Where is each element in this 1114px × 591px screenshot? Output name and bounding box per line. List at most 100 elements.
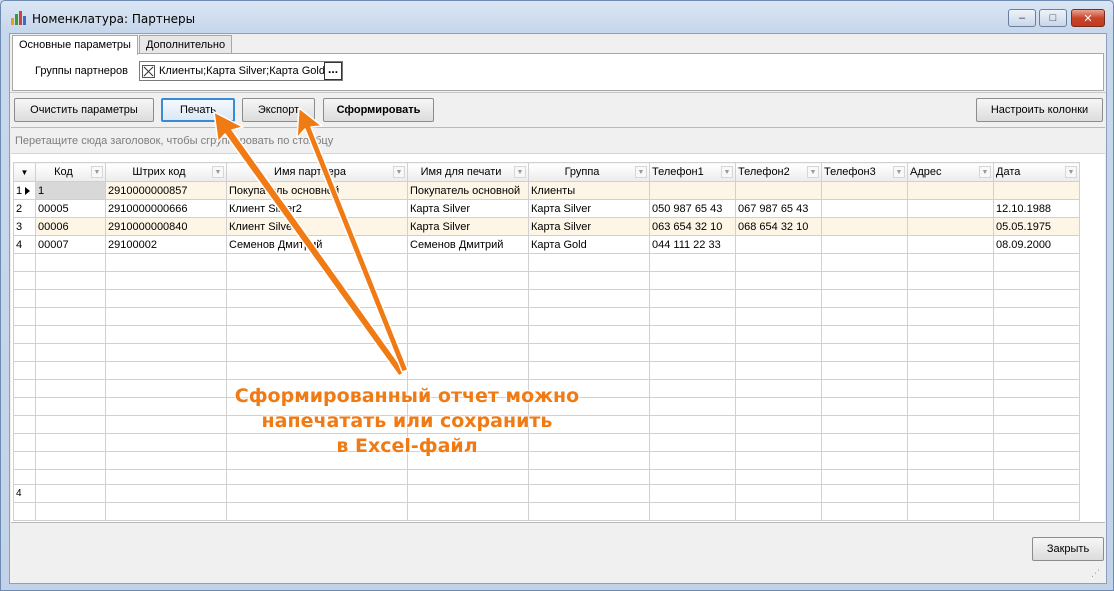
table-cell[interactable] bbox=[821, 181, 908, 200]
table-cell[interactable] bbox=[907, 235, 994, 254]
summary-table: 4 bbox=[13, 484, 1080, 521]
table-cell[interactable]: Покупатель основной bbox=[226, 181, 408, 200]
table-cell[interactable] bbox=[735, 235, 822, 254]
column-header-address[interactable]: Адрес ▼ bbox=[907, 162, 994, 182]
table-cell[interactable]: 063 654 32 10 bbox=[649, 217, 736, 236]
print-button[interactable]: Печать bbox=[161, 98, 235, 122]
table-cell[interactable]: 050 987 65 43 bbox=[649, 199, 736, 218]
table-cell[interactable]: 067 987 65 43 bbox=[735, 199, 822, 218]
table-row[interactable]: 3 00006 2910000000840 Клиент Silver1 Карта S… bbox=[13, 217, 1080, 236]
filter-dropdown-icon[interactable]: ▼ bbox=[893, 166, 905, 178]
table-cell[interactable]: 05.05.1975 bbox=[993, 217, 1080, 236]
table-cell[interactable] bbox=[821, 217, 908, 236]
partner-groups-field[interactable]: Клиенты;Карта Silver;Карта Gold ... bbox=[139, 61, 343, 81]
filter-dropdown-icon[interactable]: ▼ bbox=[91, 166, 103, 178]
table-cell[interactable]: Клиент Silver1 bbox=[226, 217, 408, 236]
filter-dropdown-icon[interactable]: ▼ bbox=[1065, 166, 1077, 178]
filter-dropdown-icon[interactable]: ▼ bbox=[635, 166, 647, 178]
column-header-print-name[interactable]: Имя для печати ▼ bbox=[407, 162, 529, 182]
table-cell[interactable]: Клиент Silver2 bbox=[226, 199, 408, 218]
export-button[interactable]: Экспорт bbox=[242, 98, 315, 122]
resize-grip-icon[interactable]: ⋰ bbox=[1091, 568, 1101, 578]
table-cell[interactable]: 12.10.1988 bbox=[993, 199, 1080, 218]
row-number[interactable]: 4 bbox=[13, 235, 36, 254]
table-cell[interactable] bbox=[993, 181, 1080, 200]
table-cell[interactable]: 1 bbox=[35, 181, 106, 200]
data-grid[interactable]: Перетащите сюда заголовок, чтобы сгруппи… bbox=[11, 127, 1105, 523]
window-title: Номенклатура: Партнеры bbox=[32, 12, 196, 26]
tab-additional[interactable]: Дополнительно bbox=[138, 35, 233, 53]
table-row[interactable]: 1 1 2910000000857 Покупатель основной Покупа… bbox=[13, 181, 1080, 200]
table-cell[interactable]: 08.09.2000 bbox=[993, 235, 1080, 254]
tab-main-params[interactable]: Основные параметры bbox=[12, 35, 138, 55]
table-cell[interactable]: Покупатель основной bbox=[407, 181, 529, 200]
table-cell[interactable]: Клиенты bbox=[528, 181, 650, 200]
column-header-phone2[interactable]: Телефон2 ▼ bbox=[735, 162, 822, 182]
row-selector-header[interactable]: ▼ bbox=[13, 162, 36, 182]
table-row[interactable]: 2 00005 2910000000666 Клиент Silver2 Карта S… bbox=[13, 199, 1080, 218]
configure-columns-button[interactable]: Настроить колонки bbox=[976, 98, 1103, 122]
app-window: Номенклатура: Партнеры – □ ✕ Основные па… bbox=[0, 0, 1114, 591]
table-cell[interactable]: Карта Silver bbox=[407, 199, 529, 218]
table-cell[interactable] bbox=[821, 235, 908, 254]
column-header-phone3[interactable]: Телефон3 ▼ bbox=[821, 162, 908, 182]
table-cell[interactable] bbox=[821, 199, 908, 218]
maximize-button[interactable]: □ bbox=[1039, 9, 1067, 27]
table-cell[interactable]: Карта Gold bbox=[528, 235, 650, 254]
close-button[interactable]: Закрыть bbox=[1032, 537, 1104, 561]
column-header-phone1[interactable]: Телефон1 ▼ bbox=[649, 162, 736, 182]
chart-app-icon bbox=[11, 11, 27, 25]
table-cell[interactable]: 2910000000857 bbox=[105, 181, 227, 200]
column-header-partner-name[interactable]: Имя партнера ▼ bbox=[226, 162, 408, 182]
row-number[interactable]: 2 bbox=[13, 199, 36, 218]
filter-dropdown-icon[interactable]: ▼ bbox=[807, 166, 819, 178]
table-cell[interactable]: Карта Silver bbox=[528, 199, 650, 218]
filter-dropdown-icon[interactable]: ▼ bbox=[979, 166, 991, 178]
table-row[interactable]: 4 00007 29100002 Семенов Дмитрий Семенов Дми… bbox=[13, 235, 1080, 254]
column-header-code[interactable]: Код ▼ bbox=[35, 162, 106, 182]
table-cell[interactable]: 29100002 bbox=[105, 235, 227, 254]
clear-filter-icon[interactable] bbox=[142, 64, 155, 78]
toolbar-divider bbox=[10, 92, 1106, 93]
column-header-group[interactable]: Группа ▼ bbox=[528, 162, 650, 182]
table-cell[interactable] bbox=[907, 199, 994, 218]
params-panel: Группы партнеров Клиенты;Карта Silver;Ка… bbox=[12, 53, 1104, 91]
build-report-button[interactable]: Сформировать bbox=[323, 98, 434, 122]
filter-dropdown-icon[interactable]: ▼ bbox=[212, 166, 224, 178]
browse-groups-button[interactable]: ... bbox=[324, 62, 342, 80]
filter-dropdown-icon[interactable]: ▼ bbox=[514, 166, 526, 178]
table-cell[interactable] bbox=[907, 181, 994, 200]
table-cell[interactable]: 00006 bbox=[35, 217, 106, 236]
table-cell[interactable]: 068 654 32 10 bbox=[735, 217, 822, 236]
clear-params-button[interactable]: Очистить параметры bbox=[14, 98, 154, 122]
table-cell[interactable]: Семенов Дмитрий bbox=[407, 235, 529, 254]
column-header-barcode[interactable]: Штрих код ▼ bbox=[105, 162, 227, 182]
filter-dropdown-icon[interactable]: ▼ bbox=[393, 166, 405, 178]
table-cell[interactable]: Семенов Дмитрий bbox=[226, 235, 408, 254]
table-cell[interactable] bbox=[907, 217, 994, 236]
table-cell[interactable]: 044 111 22 33 bbox=[649, 235, 736, 254]
annotation-caption: Сформированный отчет можно напечатать ил… bbox=[234, 384, 580, 459]
table-cell[interactable] bbox=[735, 181, 822, 200]
table-cell[interactable]: Карта Silver bbox=[407, 217, 529, 236]
partner-groups-value: Клиенты;Карта Silver;Карта Gold bbox=[159, 65, 325, 77]
tab-strip: Основные параметры Дополнительно bbox=[12, 35, 233, 55]
row-number[interactable]: 1 bbox=[13, 181, 36, 200]
table-cell[interactable]: 00005 bbox=[35, 199, 106, 218]
table-cell[interactable]: 2910000000666 bbox=[105, 199, 227, 218]
group-by-panel[interactable]: Перетащите сюда заголовок, чтобы сгруппи… bbox=[11, 128, 1105, 154]
summary-count: 4 bbox=[13, 484, 36, 503]
title-bar[interactable]: Номенклатура: Партнеры – □ ✕ bbox=[1, 1, 1113, 33]
close-window-button[interactable]: ✕ bbox=[1071, 9, 1105, 27]
table-cell[interactable] bbox=[649, 181, 736, 200]
bottom-bar: Закрыть ⋰ bbox=[11, 524, 1105, 580]
filter-dropdown-icon[interactable]: ▼ bbox=[721, 166, 733, 178]
table-cell[interactable]: Карта Silver bbox=[528, 217, 650, 236]
table-cell[interactable]: 00007 bbox=[35, 235, 106, 254]
row-number[interactable]: 3 bbox=[13, 217, 36, 236]
header-row: ▼ Код ▼ Штрих код ▼ Имя партнера ▼ Имя для … bbox=[13, 162, 1080, 182]
table-cell[interactable]: 2910000000840 bbox=[105, 217, 227, 236]
annotation-line-2: напечатать или сохранить bbox=[261, 410, 553, 432]
column-header-date[interactable]: Дата ▼ bbox=[993, 162, 1080, 182]
minimize-button[interactable]: – bbox=[1008, 9, 1036, 27]
